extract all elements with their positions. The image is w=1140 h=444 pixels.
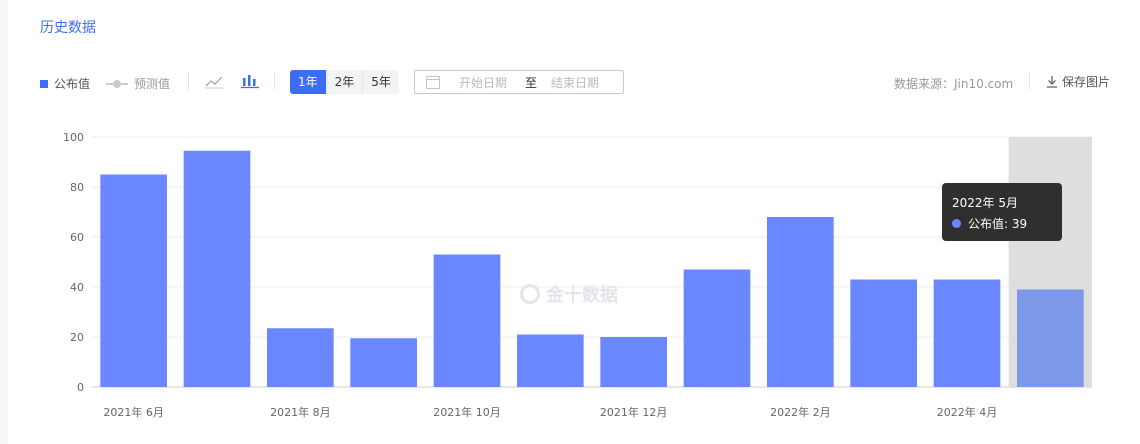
y-tick-label: 100 <box>63 131 84 144</box>
x-tick-label: 2022年 2月 <box>770 405 831 419</box>
bar[interactable] <box>1017 289 1084 388</box>
x-tick-label: 2021年 6月 <box>103 405 164 419</box>
x-tick-label: 2021年 12月 <box>600 405 668 419</box>
bar[interactable] <box>267 328 334 387</box>
bar-series <box>100 150 1084 388</box>
tooltip-dot-icon <box>952 219 961 228</box>
y-tick-label: 40 <box>70 281 84 294</box>
bar[interactable] <box>517 334 584 388</box>
y-tick-label: 80 <box>70 181 84 194</box>
watermark-logo-icon <box>520 284 540 304</box>
bar[interactable] <box>683 269 751 388</box>
tooltip-title: 2022年 5月 <box>952 196 1018 210</box>
tooltip-row: 公布值: 39 <box>952 215 1027 232</box>
bar[interactable] <box>100 174 167 388</box>
x-tick-label: 2022年 4月 <box>937 405 998 419</box>
y-axis-ticks: 0 20 40 60 80 100 <box>63 131 84 394</box>
watermark-text: 金十数据 <box>546 285 618 306</box>
bar[interactable] <box>933 279 1001 388</box>
bar[interactable] <box>433 254 501 388</box>
chart-tooltip: 2022年 5月 公布值: 39 <box>942 183 1062 241</box>
y-tick-label: 0 <box>77 381 84 394</box>
y-tick-label: 60 <box>70 231 84 244</box>
history-panel: 历史数据 公布值 预测值 1年 2年 5年 开始日期 至 结束日期 数据来源：J… <box>8 0 1140 444</box>
bar[interactable] <box>850 279 917 388</box>
bar[interactable] <box>767 217 834 387</box>
bar[interactable] <box>183 150 251 387</box>
x-axis-ticks: 2021年 6月 2021年 8月 2021年 10月 2021年 12月 2022年 … <box>103 405 997 419</box>
bar[interactable] <box>600 337 667 387</box>
x-tick-label: 2021年 10月 <box>433 405 501 419</box>
watermark: 金十数据 <box>520 281 618 307</box>
tooltip-series-label: 公布值: 39 <box>968 217 1028 231</box>
x-tick-label: 2021年 8月 <box>270 405 331 419</box>
bar[interactable] <box>350 338 417 387</box>
y-tick-label: 20 <box>70 331 84 344</box>
